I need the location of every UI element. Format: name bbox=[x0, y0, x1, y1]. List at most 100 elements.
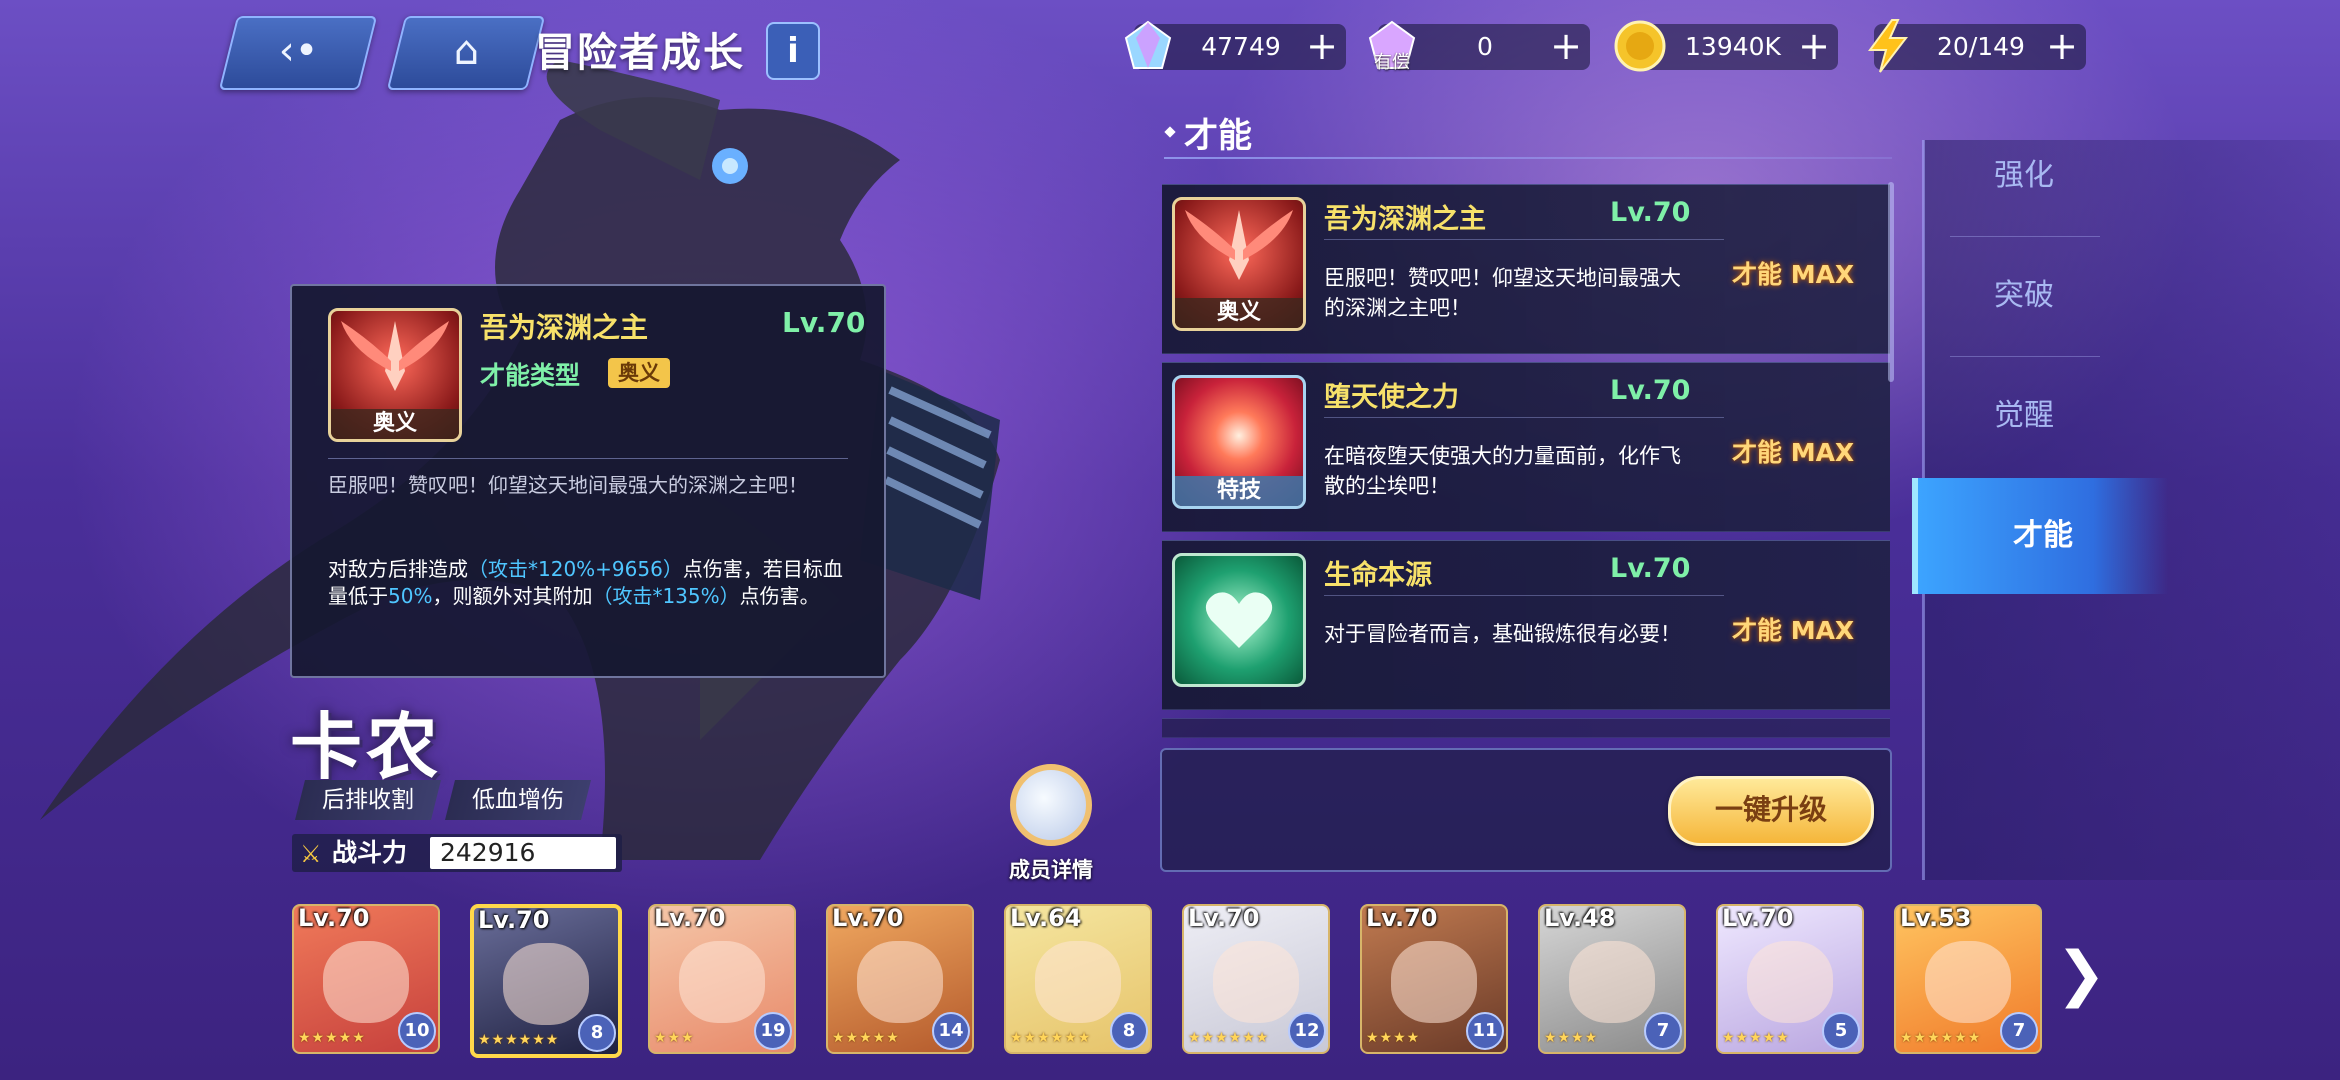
add-stamina-button[interactable]: + bbox=[2046, 24, 2078, 68]
skill-card[interactable]: 生命本源 Lv.70 对于冒险者而言，基础锻炼很有必要！ 才能 MAX bbox=[1162, 540, 1890, 710]
resource-value: 13940K bbox=[1685, 32, 1781, 61]
roster-level: Lv.70 bbox=[298, 904, 370, 932]
roster-card[interactable]: Lv.70 ★★★★★ 14 bbox=[826, 904, 974, 1054]
red-wings-icon: 奥义 bbox=[328, 308, 462, 442]
character-tag: 低血增伤 bbox=[445, 780, 591, 820]
portrait bbox=[1568, 941, 1656, 1023]
star-rating: ★★★★★ bbox=[1722, 1030, 1790, 1046]
roster-level: Lv.70 bbox=[1722, 904, 1794, 932]
skill-type-tag: 特技 bbox=[1175, 476, 1303, 506]
roster-level: Lv.70 bbox=[832, 904, 904, 932]
resource-stamina: 20/149 + bbox=[1868, 19, 2086, 73]
effect-value: 50% bbox=[388, 584, 433, 608]
rank-badge: 7 bbox=[1644, 1012, 1682, 1050]
roster-level: Lv.70 bbox=[1366, 904, 1438, 932]
portrait bbox=[502, 943, 590, 1025]
crossed-swords-icon: ⚔ bbox=[300, 840, 322, 868]
skill-name: 吾为深渊之主 bbox=[1324, 204, 1486, 235]
heart-glyph bbox=[1205, 592, 1273, 648]
star-rating: ★★★★ bbox=[1366, 1030, 1421, 1046]
portrait bbox=[1034, 941, 1122, 1023]
roster-card[interactable]: Lv.70 ★★★ 19 bbox=[648, 904, 796, 1054]
magnifier-icon bbox=[1010, 764, 1092, 846]
skill-level: Lv.70 bbox=[1610, 375, 1691, 406]
upgrade-panel: 一键升级 bbox=[1160, 748, 1892, 872]
skill-card[interactable]: 特技 堕天使之力 Lv.70 在暗夜堕天使强大的力量面前，化作飞散的尘埃吧！ 才… bbox=[1162, 362, 1890, 532]
skill-type-tag: 奥义 bbox=[1175, 298, 1303, 328]
paid-label: 有偿 bbox=[1374, 52, 1410, 73]
resource-crystal: 47749 + bbox=[1124, 20, 1346, 70]
red-orb-icon: 特技 bbox=[1172, 375, 1306, 509]
combat-power-value: 242916 bbox=[430, 837, 616, 869]
member-detail-button[interactable]: 成员详情 bbox=[996, 764, 1106, 884]
divider bbox=[1324, 595, 1724, 596]
tab-enhance[interactable]: 强化 bbox=[1924, 118, 2124, 234]
roster-card[interactable]: Lv.70 ★★★★★ 5 bbox=[1716, 904, 1864, 1054]
stamina-bolt-icon bbox=[1868, 19, 1909, 73]
gold-coin-icon bbox=[1614, 20, 1666, 72]
character-tag: 后排收割 bbox=[295, 780, 441, 820]
effect-text: ，则额外对其附加 bbox=[432, 584, 593, 608]
resource-value: 47749 bbox=[1201, 32, 1281, 61]
add-paid-crystal-button[interactable]: + bbox=[1550, 24, 1582, 68]
roster-card[interactable]: Lv.70 ★★★★★ 10 bbox=[292, 904, 440, 1054]
home-button[interactable]: ⌂ bbox=[386, 16, 546, 90]
back-button[interactable]: ‹• bbox=[218, 16, 378, 90]
roster-card[interactable]: Lv.53 ★★★★★★ 7 bbox=[1894, 904, 2042, 1054]
roster-card[interactable]: Lv.64 ★★★★★★ 8 bbox=[1004, 904, 1152, 1054]
add-crystal-button[interactable]: + bbox=[1306, 24, 1338, 68]
portrait bbox=[856, 941, 944, 1023]
skill-card-partial bbox=[1162, 718, 1890, 738]
divider bbox=[1324, 239, 1724, 240]
star-rating: ★★★★★★ bbox=[1900, 1030, 1982, 1046]
talent-section-title: 才能 bbox=[1184, 116, 1252, 156]
skill-card[interactable]: 奥义 吾为深渊之主 Lv.70 臣服吧！赞叹吧！仰望这天地间最强大的深渊之主吧！… bbox=[1162, 184, 1890, 354]
one-click-upgrade-button[interactable]: 一键升级 bbox=[1668, 776, 1874, 846]
tab-awaken[interactable]: 觉醒 bbox=[1924, 358, 2124, 474]
add-gold-button[interactable]: + bbox=[1798, 24, 1830, 68]
star-rating: ★★★ bbox=[654, 1030, 695, 1046]
roster-next-arrow-icon[interactable]: ❯ bbox=[2056, 944, 2106, 1004]
red-wings-icon: 奥义 bbox=[1172, 197, 1306, 331]
rank-badge: 7 bbox=[2000, 1012, 2038, 1050]
portrait bbox=[1212, 941, 1300, 1023]
skill-description: 对于冒险者而言，基础锻炼很有必要！ bbox=[1324, 622, 1681, 646]
roster-level: Lv.53 bbox=[1900, 904, 1972, 932]
skill-list-scrollbar[interactable] bbox=[1888, 182, 1894, 382]
character-name: 卡农 bbox=[290, 705, 443, 789]
resource-paid-crystal: 有偿 0 + bbox=[1368, 20, 1590, 73]
roster-card[interactable]: Lv.48 ★★★★ 7 bbox=[1538, 904, 1686, 1054]
rank-badge: 19 bbox=[754, 1012, 792, 1050]
tooltip-skill-name: 吾为深渊之主 bbox=[480, 311, 649, 344]
portrait bbox=[1746, 941, 1834, 1023]
roster-level: Lv.70 bbox=[478, 906, 550, 934]
skill-description: 在暗夜堕天使强大的力量面前，化作飞散的尘埃吧！ bbox=[1324, 444, 1681, 498]
home-icon: ⌂ bbox=[453, 28, 480, 74]
back-arrow-icon: ‹• bbox=[278, 28, 319, 74]
effect-value: （攻击*120%+9656） bbox=[468, 557, 683, 581]
tab-talent[interactable]: 才能 bbox=[1912, 478, 2168, 594]
rank-badge: 5 bbox=[1822, 1012, 1860, 1050]
star-rating: ★★★★★ bbox=[298, 1030, 366, 1046]
tooltip-description: 臣服吧！赞叹吧！仰望这天地间最强大的深渊之主吧！ bbox=[328, 473, 808, 497]
rank-badge: 10 bbox=[398, 1012, 436, 1050]
skill-description: 臣服吧！赞叹吧！仰望这天地间最强大的深渊之主吧！ bbox=[1324, 266, 1681, 320]
tab-breakthrough[interactable]: 突破 bbox=[1924, 238, 2124, 354]
effect-text: 点伤害。 bbox=[739, 584, 820, 608]
rank-badge: 12 bbox=[1288, 1012, 1326, 1050]
member-detail-label: 成员详情 bbox=[1009, 858, 1093, 882]
roster-level: Lv.64 bbox=[1010, 904, 1082, 932]
tooltip-skill-level: Lv.70 bbox=[782, 306, 866, 339]
portrait bbox=[678, 941, 766, 1023]
portrait bbox=[1924, 941, 2012, 1023]
tooltip-effect: 对敌方后排造成（攻击*120%+9656）点伤害，若目标血量低于50%，则额外对… bbox=[328, 556, 848, 610]
roster-card[interactable]: Lv.70 ★★★★★★ 8 bbox=[470, 904, 622, 1058]
effect-text: 对敌方后排造成 bbox=[328, 557, 468, 581]
skill-name: 堕天使之力 bbox=[1324, 382, 1459, 413]
info-button[interactable]: i bbox=[766, 22, 820, 80]
roster-level: Lv.70 bbox=[654, 904, 726, 932]
wings-glyph bbox=[341, 321, 449, 391]
skill-max-status: 才能 MAX bbox=[1732, 616, 1855, 645]
roster-card[interactable]: Lv.70 ★★★★ 11 bbox=[1360, 904, 1508, 1054]
roster-card[interactable]: Lv.70 ★★★★★★ 12 bbox=[1182, 904, 1330, 1054]
